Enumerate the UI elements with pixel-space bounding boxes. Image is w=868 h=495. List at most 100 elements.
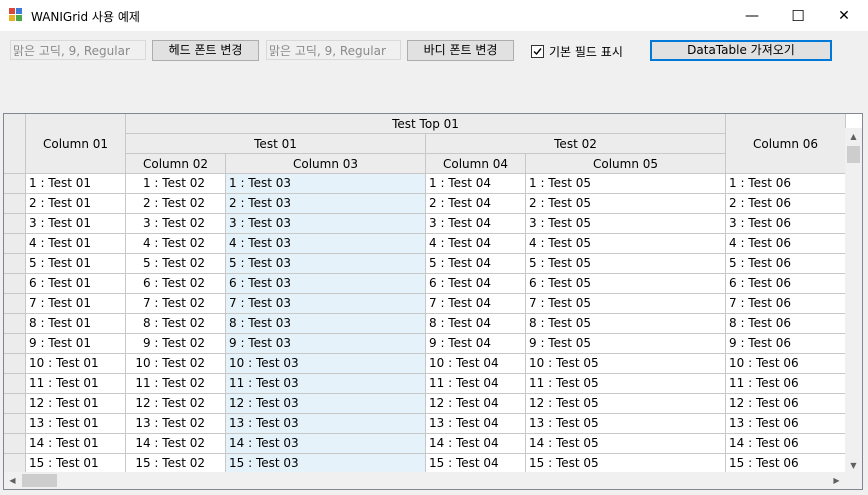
grid-cell-col1[interactable]: 5 : Test 01 xyxy=(26,254,126,274)
grid-cell-col2[interactable]: 5 : Test 02 xyxy=(126,254,226,274)
grid-cell-col5[interactable]: 10 : Test 05 xyxy=(526,354,726,374)
row-header[interactable] xyxy=(4,334,26,354)
grid-cell-col2[interactable]: 6 : Test 02 xyxy=(126,274,226,294)
grid-cell-col6[interactable]: 8 : Test 06 xyxy=(726,314,846,334)
grid-cell-col6[interactable]: 1 : Test 06 xyxy=(726,174,846,194)
row-header[interactable] xyxy=(4,194,26,214)
grid-cell-col1[interactable]: 12 : Test 01 xyxy=(26,394,126,414)
grid-cell-col2[interactable]: 2 : Test 02 xyxy=(126,194,226,214)
grid-cell-col4[interactable]: 11 : Test 04 xyxy=(426,374,526,394)
grid-cell-col3[interactable]: 6 : Test 03 xyxy=(226,274,426,294)
maximize-button[interactable]: ☐ xyxy=(775,0,821,31)
grid-cell-col3[interactable]: 9 : Test 03 xyxy=(226,334,426,354)
grid-cell-col4[interactable]: 15 : Test 04 xyxy=(426,454,526,474)
row-header[interactable] xyxy=(4,394,26,414)
grid-cell-col1[interactable]: 9 : Test 01 xyxy=(26,334,126,354)
grid-cell-col5[interactable]: 6 : Test 05 xyxy=(526,274,726,294)
grid-cell-col3[interactable]: 10 : Test 03 xyxy=(226,354,426,374)
minimize-button[interactable]: — xyxy=(729,0,775,31)
grid-cell-col1[interactable]: 14 : Test 01 xyxy=(26,434,126,454)
grid-cell-col6[interactable]: 9 : Test 06 xyxy=(726,334,846,354)
grid-cell-col6[interactable]: 10 : Test 06 xyxy=(726,354,846,374)
grid-cell-col3[interactable]: 1 : Test 03 xyxy=(226,174,426,194)
grid-cell-col2[interactable]: 7 : Test 02 xyxy=(126,294,226,314)
grid-cell-col3[interactable]: 11 : Test 03 xyxy=(226,374,426,394)
column-header-01[interactable]: Column 01 xyxy=(26,114,126,174)
grid-cell-col4[interactable]: 13 : Test 04 xyxy=(426,414,526,434)
grid-cell-col2[interactable]: 15 : Test 02 xyxy=(126,454,226,474)
grid-cell-col4[interactable]: 12 : Test 04 xyxy=(426,394,526,414)
grid-cell-col4[interactable]: 1 : Test 04 xyxy=(426,174,526,194)
grid-cell-col4[interactable]: 6 : Test 04 xyxy=(426,274,526,294)
basic-field-label[interactable]: 기본 필드 표시 xyxy=(549,43,623,60)
row-header[interactable] xyxy=(4,234,26,254)
grid-cell-col3[interactable]: 15 : Test 03 xyxy=(226,454,426,474)
head-font-change-button[interactable]: 헤드 폰트 변경 xyxy=(152,40,259,61)
grid-cell-col1[interactable]: 8 : Test 01 xyxy=(26,314,126,334)
grid-cell-col5[interactable]: 15 : Test 05 xyxy=(526,454,726,474)
body-font-change-button[interactable]: 바디 폰트 변경 xyxy=(407,40,514,61)
grid-cell-col4[interactable]: 4 : Test 04 xyxy=(426,234,526,254)
column-header-05[interactable]: Column 05 xyxy=(526,154,726,174)
horizontal-scrollbar[interactable]: ◀ ▶ xyxy=(4,472,845,489)
grid-cell-col3[interactable]: 14 : Test 03 xyxy=(226,434,426,454)
grid-cell-col6[interactable]: 12 : Test 06 xyxy=(726,394,846,414)
grid-cell-col2[interactable]: 8 : Test 02 xyxy=(126,314,226,334)
grid-cell-col3[interactable]: 5 : Test 03 xyxy=(226,254,426,274)
grid-cell-col2[interactable]: 13 : Test 02 xyxy=(126,414,226,434)
body-font-field[interactable]: 맑은 고딕, 9, Regular xyxy=(266,40,401,60)
grid-cell-col6[interactable]: 15 : Test 06 xyxy=(726,454,846,474)
grid-cell-col1[interactable]: 10 : Test 01 xyxy=(26,354,126,374)
grid-cell-col1[interactable]: 7 : Test 01 xyxy=(26,294,126,314)
row-header[interactable] xyxy=(4,354,26,374)
grid-cell-col4[interactable]: 14 : Test 04 xyxy=(426,434,526,454)
grid-cell-col6[interactable]: 3 : Test 06 xyxy=(726,214,846,234)
grid-cell-col5[interactable]: 5 : Test 05 xyxy=(526,254,726,274)
grid-cell-col2[interactable]: 9 : Test 02 xyxy=(126,334,226,354)
row-header[interactable] xyxy=(4,214,26,234)
grid-cell-col5[interactable]: 13 : Test 05 xyxy=(526,414,726,434)
vertical-scrollbar[interactable]: ▲ ▼ xyxy=(845,128,862,474)
grid-cell-col3[interactable]: 4 : Test 03 xyxy=(226,234,426,254)
grid-cell-col2[interactable]: 3 : Test 02 xyxy=(126,214,226,234)
grid-cell-col3[interactable]: 12 : Test 03 xyxy=(226,394,426,414)
grid-cell-col1[interactable]: 6 : Test 01 xyxy=(26,274,126,294)
row-header[interactable] xyxy=(4,274,26,294)
row-header[interactable] xyxy=(4,374,26,394)
grid-cell-col3[interactable]: 7 : Test 03 xyxy=(226,294,426,314)
grid-cell-col3[interactable]: 3 : Test 03 xyxy=(226,214,426,234)
grid-cell-col5[interactable]: 4 : Test 05 xyxy=(526,234,726,254)
grid-cell-col5[interactable]: 14 : Test 05 xyxy=(526,434,726,454)
grid-cell-col4[interactable]: 9 : Test 04 xyxy=(426,334,526,354)
grid-cell-col2[interactable]: 10 : Test 02 xyxy=(126,354,226,374)
grid-cell-col6[interactable]: 2 : Test 06 xyxy=(726,194,846,214)
row-header[interactable] xyxy=(4,294,26,314)
grid-cell-col4[interactable]: 8 : Test 04 xyxy=(426,314,526,334)
data-grid[interactable]: Column 01 Test Top 01 Test 01 Test 02 Co… xyxy=(3,113,863,490)
grid-cell-col5[interactable]: 2 : Test 05 xyxy=(526,194,726,214)
grid-cell-col6[interactable]: 4 : Test 06 xyxy=(726,234,846,254)
grid-cell-col6[interactable]: 7 : Test 06 xyxy=(726,294,846,314)
grid-cell-col5[interactable]: 8 : Test 05 xyxy=(526,314,726,334)
grid-cell-col3[interactable]: 13 : Test 03 xyxy=(226,414,426,434)
grid-cell-col4[interactable]: 10 : Test 04 xyxy=(426,354,526,374)
row-header[interactable] xyxy=(4,254,26,274)
scroll-up-icon[interactable]: ▲ xyxy=(845,128,862,145)
grid-cell-col1[interactable]: 13 : Test 01 xyxy=(26,414,126,434)
grid-cell-col2[interactable]: 11 : Test 02 xyxy=(126,374,226,394)
grid-cell-col3[interactable]: 8 : Test 03 xyxy=(226,314,426,334)
grid-cell-col5[interactable]: 12 : Test 05 xyxy=(526,394,726,414)
column-header-04[interactable]: Column 04 xyxy=(426,154,526,174)
horizontal-scroll-thumb[interactable] xyxy=(22,474,57,487)
grid-cell-col2[interactable]: 14 : Test 02 xyxy=(126,434,226,454)
grid-cell-col5[interactable]: 11 : Test 05 xyxy=(526,374,726,394)
grid-cell-col6[interactable]: 13 : Test 06 xyxy=(726,414,846,434)
grid-cell-col2[interactable]: 12 : Test 02 xyxy=(126,394,226,414)
grid-cell-col6[interactable]: 6 : Test 06 xyxy=(726,274,846,294)
close-button[interactable]: ✕ xyxy=(821,0,867,31)
row-header[interactable] xyxy=(4,414,26,434)
grid-cell-col5[interactable]: 7 : Test 05 xyxy=(526,294,726,314)
grid-cell-col5[interactable]: 3 : Test 05 xyxy=(526,214,726,234)
grid-cell-col2[interactable]: 4 : Test 02 xyxy=(126,234,226,254)
column-header-03[interactable]: Column 03 xyxy=(226,154,426,174)
